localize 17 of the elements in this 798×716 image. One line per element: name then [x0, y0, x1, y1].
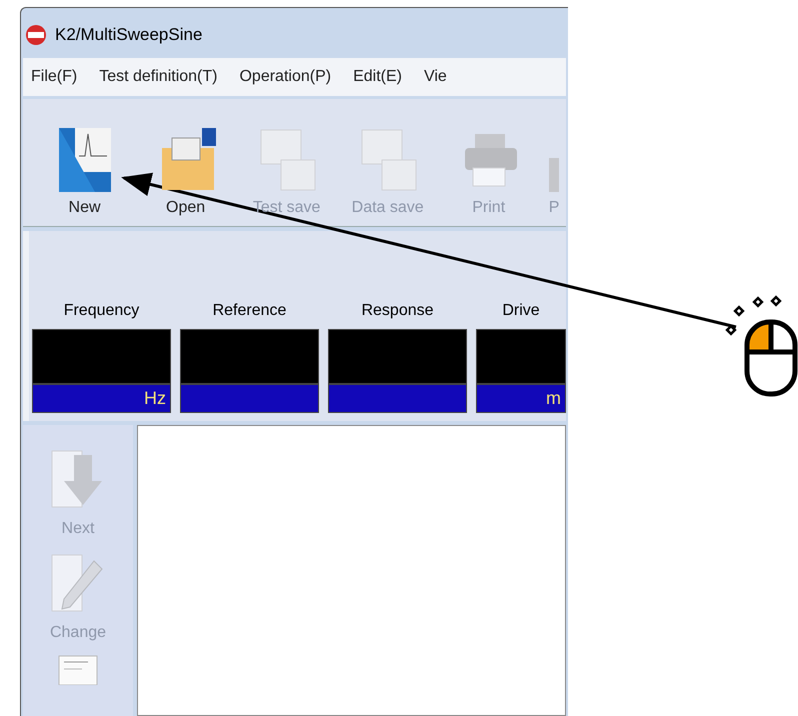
- menu-item[interactable]: Operation(P): [239, 65, 332, 89]
- menu-item[interactable]: Edit(E): [353, 65, 402, 89]
- menu-item[interactable]: Vie: [424, 65, 447, 89]
- unit-label: m: [546, 387, 561, 410]
- unit-label: Hz: [144, 387, 166, 410]
- toolbar-button[interactable]: Open: [138, 126, 234, 220]
- window-title: K2/MultiSweepSine: [55, 24, 202, 46]
- menu-item[interactable]: File(F): [31, 65, 78, 89]
- document-icon: [58, 655, 98, 685]
- app-logo-icon: [25, 24, 47, 46]
- meter-label: Frequency: [64, 301, 140, 321]
- toolbar-button[interactable]: New: [37, 126, 132, 220]
- meter-label: Drive: [502, 301, 540, 321]
- menu-item[interactable]: Test definition(T): [99, 65, 218, 89]
- partial-icon: [549, 158, 560, 192]
- meter-label: Response: [361, 301, 434, 321]
- meter-label: Reference: [212, 301, 286, 321]
